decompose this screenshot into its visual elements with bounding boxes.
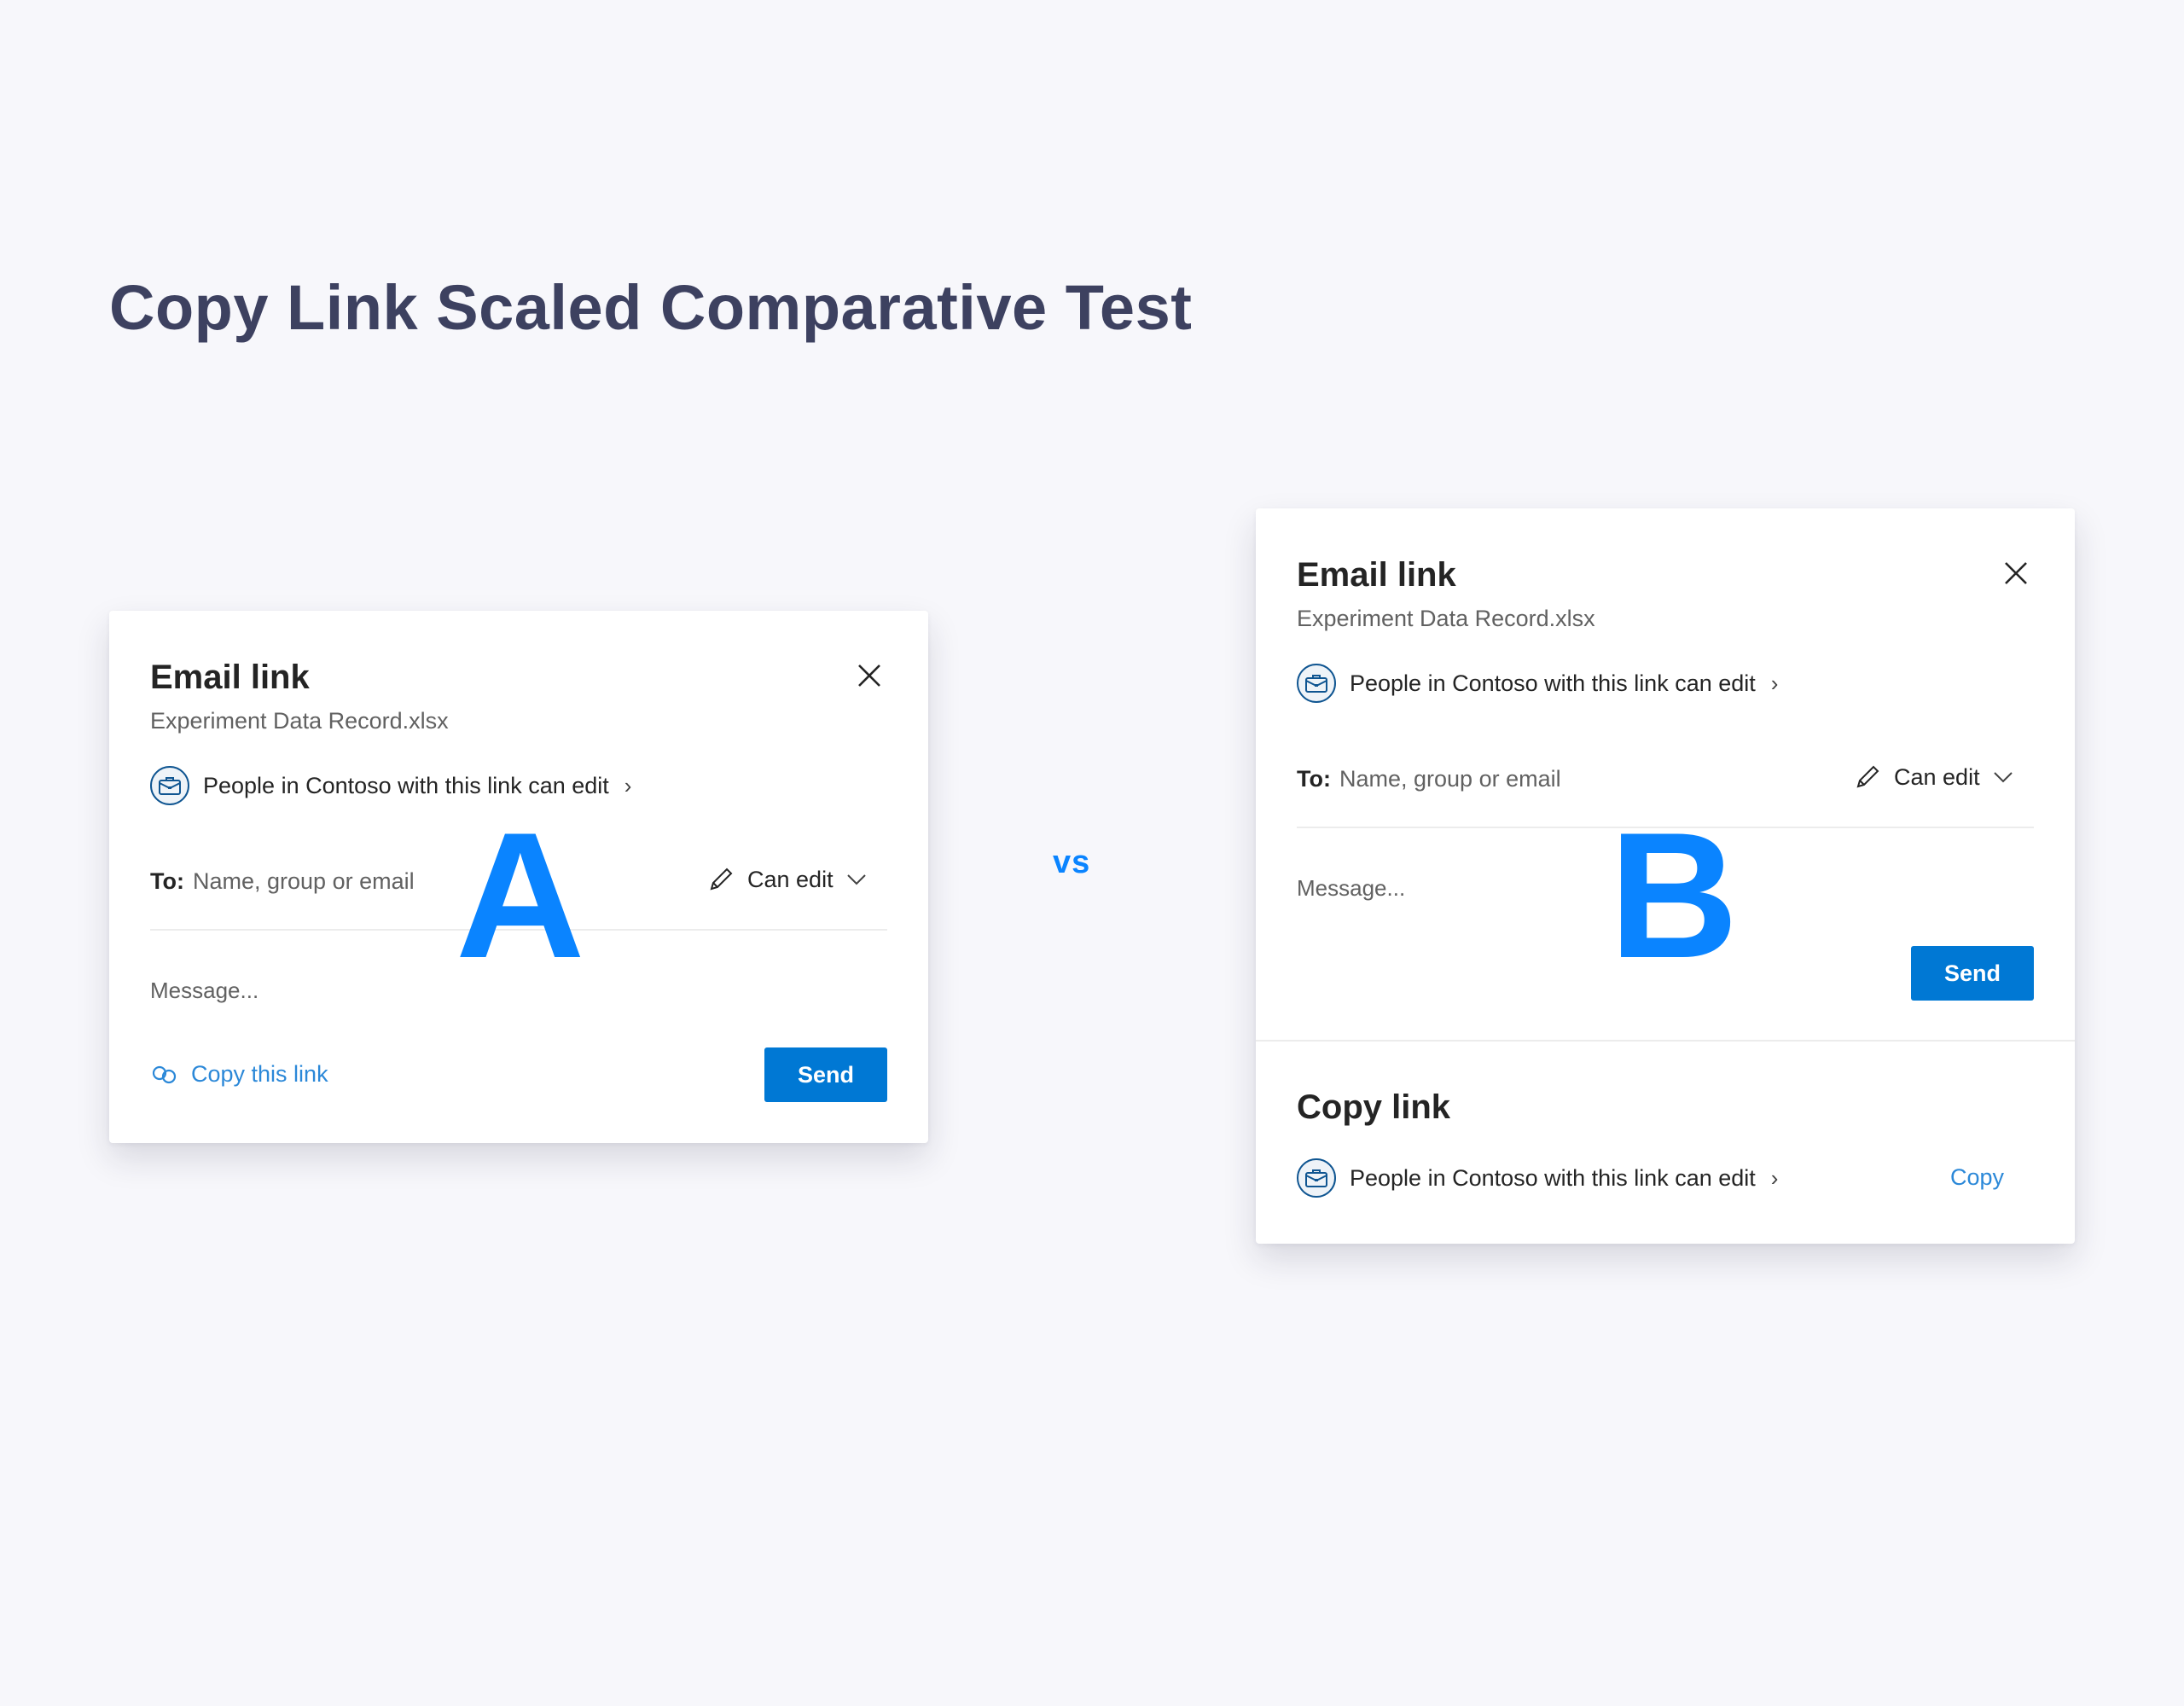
send-button[interactable]: Send	[1911, 946, 2034, 1001]
briefcase-icon	[1297, 1158, 1336, 1198]
close-icon	[858, 664, 880, 687]
chevron-right-icon: ›	[1770, 670, 1779, 696]
section-divider	[1256, 1040, 2075, 1042]
sharing-scope-link[interactable]: People in Contoso with this link can edi…	[1297, 664, 1778, 703]
dialog-title: Email link	[1297, 556, 1456, 594]
briefcase-icon	[1297, 664, 1336, 703]
permission-dropdown[interactable]: Can edit	[1853, 763, 2014, 792]
pencil-icon	[710, 868, 733, 891]
chevron-right-icon: ›	[1770, 1164, 1779, 1191]
to-label: To:	[150, 868, 184, 894]
chevron-down-icon	[846, 874, 866, 885]
to-label: To:	[1297, 766, 1331, 792]
message-input[interactable]: Message...	[150, 978, 258, 1004]
copy-sharing-scope-link[interactable]: People in Contoso with this link can edi…	[1297, 1158, 1778, 1198]
recipient-field[interactable]: To: Name, group or email	[1297, 766, 1561, 792]
close-button[interactable]	[856, 662, 883, 689]
vs-label: vs	[1053, 844, 1091, 880]
copy-link-title: Copy link	[1297, 1088, 1451, 1126]
message-input[interactable]: Message...	[1297, 875, 1405, 902]
permission-dropdown[interactable]: Can edit	[706, 865, 868, 894]
pencil-icon	[1856, 765, 1879, 788]
chevron-right-icon: ›	[624, 772, 632, 798]
copy-this-link-label: Copy this link	[191, 1061, 328, 1087]
permission-value: Can edit	[1894, 763, 1980, 790]
copy-this-link-button[interactable]: Copy this link	[150, 1061, 328, 1088]
link-icon	[152, 1065, 177, 1083]
send-button[interactable]: Send	[764, 1047, 887, 1102]
variant-b-label: B	[1609, 795, 1739, 995]
file-name: Experiment Data Record.xlsx	[150, 708, 449, 734]
file-name: Experiment Data Record.xlsx	[1297, 606, 1595, 631]
recipient-field[interactable]: To: Name, group or email	[150, 868, 415, 895]
briefcase-icon	[150, 766, 189, 805]
copy-button[interactable]: Copy	[1950, 1164, 2004, 1191]
page-title: Copy Link Scaled Comparative Test	[109, 272, 1193, 343]
close-button[interactable]	[2002, 560, 2030, 587]
sharing-scope-text: People in Contoso with this link can edi…	[1350, 670, 1756, 696]
chevron-down-icon	[1993, 772, 2013, 783]
recipient-input[interactable]: Name, group or email	[193, 868, 415, 895]
dialog-title: Email link	[150, 659, 310, 696]
variant-a-label: A	[456, 795, 585, 995]
sharing-scope-text: People in Contoso with this link can edi…	[1350, 1164, 1756, 1191]
recipient-input[interactable]: Name, group or email	[1339, 766, 1561, 792]
permission-value: Can edit	[747, 866, 834, 892]
close-icon	[2005, 562, 2027, 584]
